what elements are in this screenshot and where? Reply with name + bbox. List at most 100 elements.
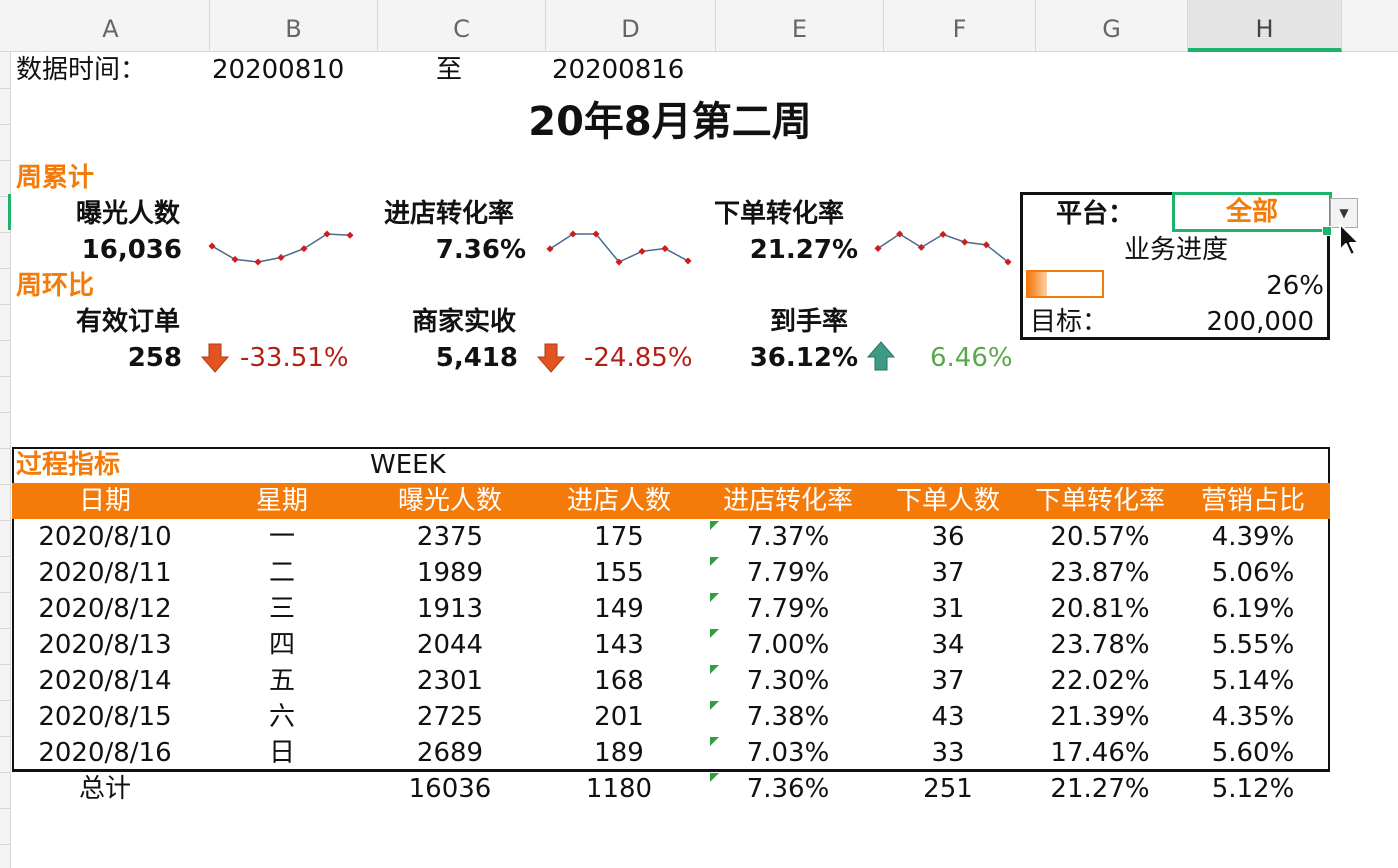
table-cell[interactable]: 五 [198,663,366,699]
column-header-g[interactable]: G [1036,0,1188,52]
table-cell[interactable]: 7.38% [704,699,872,735]
table-cell[interactable]: 7.03% [704,735,872,771]
table-cell[interactable]: 2020/8/12 [12,591,198,627]
table-cell[interactable]: 2301 [366,663,534,699]
table-cell[interactable]: 总计 [12,771,198,807]
valid-orders-value[interactable]: 258 [60,340,182,376]
row-header-divider [0,808,11,809]
table-cell[interactable]: 7.36% [704,771,872,807]
table-cell[interactable]: 2020/8/11 [12,555,198,591]
table-cell[interactable]: 21.27% [1024,771,1176,807]
table-header-cell[interactable]: 下单人数 [872,483,1024,519]
table-cell[interactable]: 7.79% [704,555,872,591]
table-cell[interactable]: 7.30% [704,663,872,699]
table-header-cell[interactable]: 曝光人数 [366,483,534,519]
table-cell[interactable]: 155 [534,555,704,591]
table-cell[interactable]: 2020/8/14 [12,663,198,699]
table-cell[interactable]: 2020/8/10 [12,519,198,555]
table-cell[interactable]: 189 [534,735,704,771]
column-header-h[interactable]: H [1188,0,1342,52]
column-header-e[interactable]: E [716,0,884,52]
cell-warning-marker [710,521,719,530]
table-cell[interactable]: 23.78% [1024,627,1176,663]
table-cell[interactable]: 4.39% [1176,519,1330,555]
table-cell[interactable]: 23.87% [1024,555,1176,591]
table-cell[interactable]: 2725 [366,699,534,735]
table-cell[interactable]: 2689 [366,735,534,771]
column-header-d[interactable]: D [546,0,716,52]
table-cell[interactable]: 149 [534,591,704,627]
table-cell[interactable]: 6.19% [1176,591,1330,627]
table-cell[interactable]: 5.60% [1176,735,1330,771]
table-cell[interactable]: 2020/8/16 [12,735,198,771]
table-cell[interactable]: 日 [198,735,366,771]
table-header-cell[interactable]: 日期 [12,483,198,519]
table-cell[interactable]: 37 [872,663,1024,699]
table-cell[interactable]: 2044 [366,627,534,663]
table-cell[interactable]: 37 [872,555,1024,591]
table-cell[interactable]: 4.35% [1176,699,1330,735]
table-cell[interactable]: 5.55% [1176,627,1330,663]
table-header-cell[interactable]: 进店转化率 [704,483,872,519]
table-cell[interactable]: 21.39% [1024,699,1176,735]
table-cell[interactable]: 33 [872,735,1024,771]
table-cell[interactable]: 7.37% [704,519,872,555]
column-header-f[interactable]: F [884,0,1036,52]
table-cell[interactable]: 36 [872,519,1024,555]
store-conversion-value[interactable]: 7.36% [380,232,526,268]
table-cell[interactable]: 20.81% [1024,591,1176,627]
cell-warning-marker [710,593,719,602]
table-cell[interactable]: 四 [198,627,366,663]
table-cell[interactable]: 1180 [534,771,704,807]
order-conversion-value[interactable]: 21.27% [710,232,858,268]
table-cell[interactable]: 1913 [366,591,534,627]
store-conversion-sparkline [546,230,692,266]
table-cell[interactable]: 175 [534,519,704,555]
cell-warning-marker [710,773,719,782]
cell-warning-marker [710,665,719,674]
order-conversion-sparkline [874,230,1012,266]
target-value[interactable]: 200,000 [1160,304,1314,340]
exposure-value[interactable]: 16,036 [40,232,182,268]
table-cell[interactable]: 168 [534,663,704,699]
table-cell[interactable]: 5.06% [1176,555,1330,591]
table-cell[interactable]: 三 [198,591,366,627]
merchant-income-value[interactable]: 5,418 [400,340,518,376]
start-date[interactable]: 20200810 [212,52,344,88]
table-cell[interactable]: 一 [198,519,366,555]
table-header-cell[interactable]: 营销占比 [1176,483,1330,519]
table-cell[interactable]: 2375 [366,519,534,555]
table-cell[interactable]: 1989 [366,555,534,591]
table-cell[interactable]: 7.79% [704,591,872,627]
table-header-cell[interactable]: 星期 [198,483,366,519]
table-header-cell[interactable]: 进店人数 [534,483,704,519]
column-header-c[interactable]: C [378,0,546,52]
table-cell[interactable]: 5.12% [1176,771,1330,807]
table-cell[interactable]: 143 [534,627,704,663]
progress-percent: 26% [1266,271,1324,301]
table-cell[interactable]: 7.00% [704,627,872,663]
platform-select[interactable]: 全部 [1172,192,1332,232]
row-header-divider [0,844,11,845]
table-cell[interactable]: 5.14% [1176,663,1330,699]
table-cell[interactable]: 2020/8/15 [12,699,198,735]
table-cell[interactable] [198,771,366,807]
table-cell[interactable]: 20.57% [1024,519,1176,555]
table-cell[interactable]: 251 [872,771,1024,807]
column-header-b[interactable]: B [210,0,378,52]
table-cell[interactable]: 43 [872,699,1024,735]
column-header-a[interactable]: A [12,0,210,52]
table-cell[interactable]: 201 [534,699,704,735]
table-cell[interactable]: 34 [872,627,1024,663]
table-cell[interactable]: 17.46% [1024,735,1176,771]
table-cell[interactable]: 16036 [366,771,534,807]
table-cell[interactable]: 22.02% [1024,663,1176,699]
table-cell[interactable]: 六 [198,699,366,735]
table-header-cell[interactable]: 下单转化率 [1024,483,1176,519]
row-header-divider [0,268,11,269]
table-cell[interactable]: 二 [198,555,366,591]
arrival-rate-value[interactable]: 36.12% [730,340,858,376]
table-cell[interactable]: 2020/8/13 [12,627,198,663]
end-date[interactable]: 20200816 [552,52,684,88]
table-cell[interactable]: 31 [872,591,1024,627]
